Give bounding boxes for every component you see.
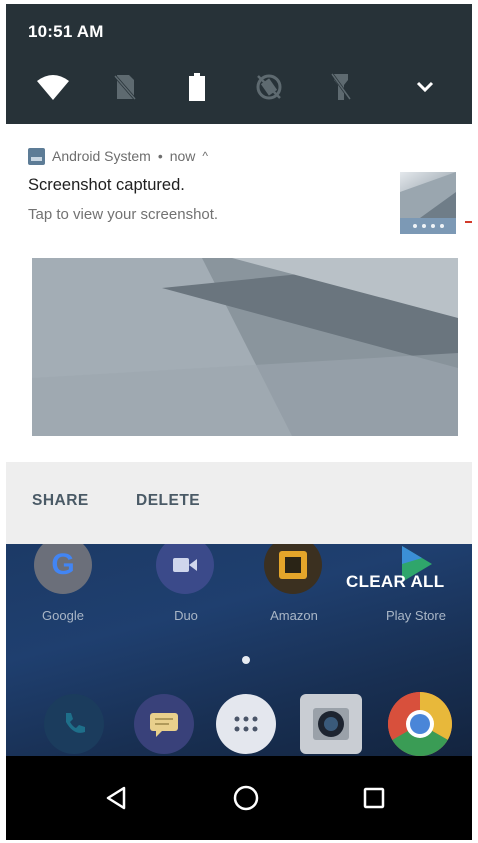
- google-app-icon[interactable]: G: [34, 544, 92, 594]
- delete-button[interactable]: DELETE: [136, 492, 200, 510]
- back-triangle-icon: [106, 786, 126, 810]
- screenshot-thumbnail[interactable]: [400, 172, 456, 234]
- screenshot-notification[interactable]: Android System • now ^ Screenshot captur…: [6, 124, 472, 544]
- messages-app-icon[interactable]: [134, 694, 194, 754]
- flashlight-off-icon[interactable]: [324, 70, 358, 104]
- recents-square-icon: [363, 787, 385, 809]
- notification-app-name: Android System: [52, 148, 151, 164]
- duo-app-icon[interactable]: [156, 544, 214, 594]
- notification-text: Tap to view your screenshot.: [28, 206, 219, 223]
- chevron-down-icon[interactable]: [408, 70, 442, 104]
- app-label-amazon: Amazon: [270, 608, 318, 623]
- app-drawer-icon[interactable]: [216, 694, 276, 754]
- clear-all-button[interactable]: CLEAR ALL: [346, 572, 444, 592]
- screenshot-preview-image[interactable]: [32, 258, 458, 436]
- phone-app-icon[interactable]: [44, 694, 104, 754]
- no-sim-icon[interactable]: [108, 70, 142, 104]
- camera-app-icon[interactable]: [300, 694, 362, 754]
- notification-separator: •: [157, 148, 163, 164]
- home-button[interactable]: [228, 780, 264, 816]
- home-screen: G Google Duo Amazon Play Store CLEAR ALL: [6, 544, 472, 756]
- gallery-icon: [28, 147, 45, 165]
- chrome-app-icon[interactable]: [388, 692, 452, 756]
- notification-actions: SHARE DELETE: [6, 462, 472, 544]
- navigation-bar: [6, 756, 472, 840]
- battery-icon[interactable]: [180, 70, 214, 104]
- notification-header: Android System • now ^: [28, 146, 208, 166]
- notification-time: now: [169, 148, 196, 164]
- wifi-icon[interactable]: [36, 70, 70, 104]
- recents-button[interactable]: [356, 780, 392, 816]
- share-button[interactable]: SHARE: [32, 492, 89, 510]
- expand-caret-icon[interactable]: ^: [202, 149, 208, 163]
- app-label-google: Google: [42, 608, 84, 623]
- amazon-app-icon[interactable]: [264, 544, 322, 594]
- edge-marker: [465, 221, 472, 223]
- app-label-play-store: Play Store: [386, 608, 446, 623]
- rotation-off-icon[interactable]: [252, 70, 286, 104]
- home-circle-icon: [233, 785, 259, 811]
- app-label-duo: Duo: [174, 608, 198, 623]
- quick-settings-panel: 10:51 AM: [6, 4, 472, 124]
- notification-title: Screenshot captured.: [28, 176, 185, 194]
- device-screen: 10:51 AM Android System • now ^ Screensh…: [6, 4, 472, 840]
- page-indicator-dot: [242, 656, 250, 664]
- back-button[interactable]: [98, 780, 134, 816]
- status-time: 10:51 AM: [28, 22, 104, 41]
